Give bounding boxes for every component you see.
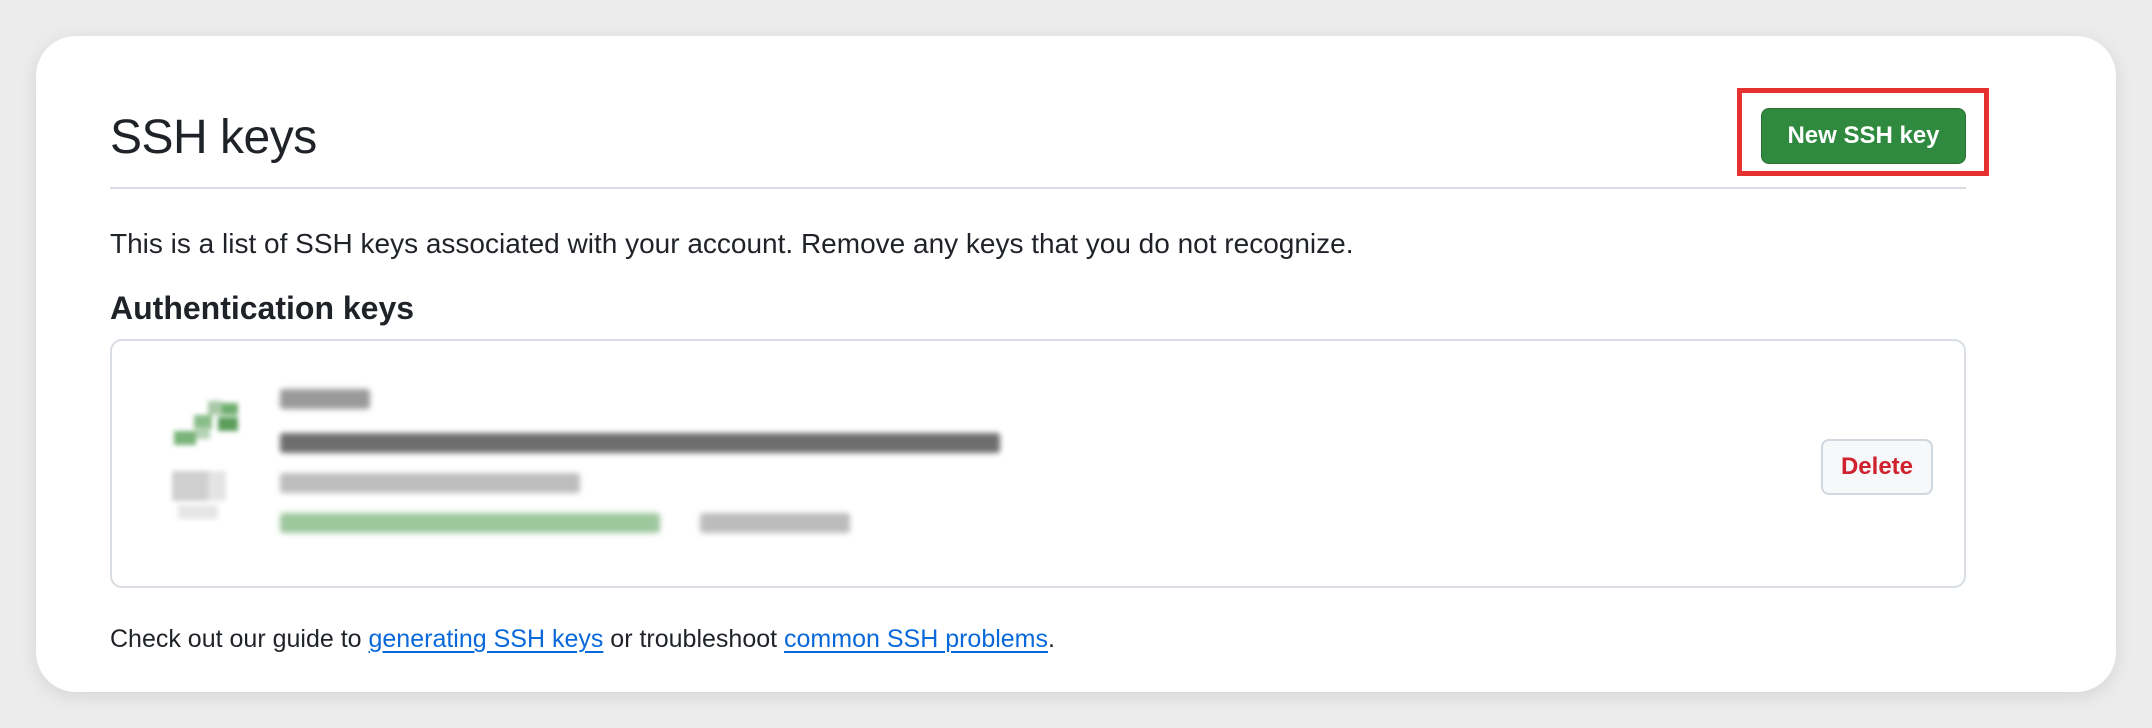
footer-suffix: .: [1048, 625, 1055, 653]
key-icon: [172, 401, 244, 531]
generating-ssh-keys-link[interactable]: generating SSH keys: [369, 625, 604, 653]
footer-middle: or troubleshoot: [603, 625, 785, 653]
footer-help-text: Check out our guide to generating SSH ke…: [110, 622, 1055, 656]
authentication-keys-heading: Authentication keys: [110, 290, 415, 326]
footer-prefix: Check out our guide to: [110, 625, 369, 653]
common-ssh-problems-link[interactable]: common SSH problems: [784, 625, 1048, 653]
title-divider: [110, 187, 1966, 189]
page-title: SSH keys: [110, 111, 317, 164]
redacted-key-details: [280, 389, 1020, 539]
description-text: This is a list of SSH keys associated wi…: [110, 228, 1354, 259]
ssh-key-item: Delete: [110, 339, 1966, 588]
new-ssh-key-button[interactable]: New SSH key: [1761, 108, 1966, 164]
delete-key-button[interactable]: Delete: [1821, 439, 1933, 495]
